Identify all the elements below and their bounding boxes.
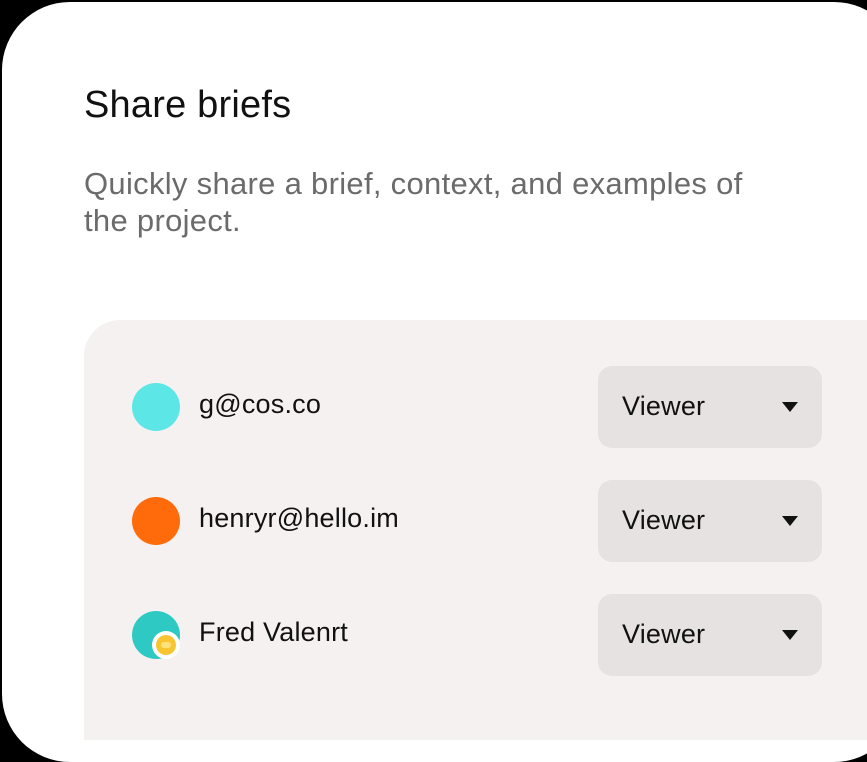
coin-icon [156,635,176,655]
member-name: g@cos.co [199,389,322,419]
page-title: Share briefs [84,84,292,126]
list-item: Fred Valenrt Viewer [132,594,822,676]
caret-down-icon [782,516,798,526]
member-name: henryr@hello.im [199,503,399,533]
list-item: g@cos.co Viewer [132,366,822,448]
list-item: henryr@hello.im Viewer [132,480,822,562]
coin-badge [152,631,180,659]
role-label: Viewer [622,619,706,649]
avatar [132,497,180,545]
role-label: Viewer [622,505,706,535]
caret-down-icon [782,402,798,412]
role-dropdown[interactable]: Viewer [598,480,822,562]
caret-down-icon [782,630,798,640]
role-label: Viewer [622,391,706,421]
share-card: Share briefs Quickly share a brief, cont… [2,2,867,762]
members-panel: g@cos.co Viewer henryr@hello.im Viewer F… [84,320,867,740]
avatar [132,383,180,431]
page-subtitle: Quickly share a brief, context, and exam… [84,166,743,238]
role-dropdown[interactable]: Viewer [598,366,822,448]
role-dropdown[interactable]: Viewer [598,594,822,676]
member-name: Fred Valenrt [199,617,348,647]
